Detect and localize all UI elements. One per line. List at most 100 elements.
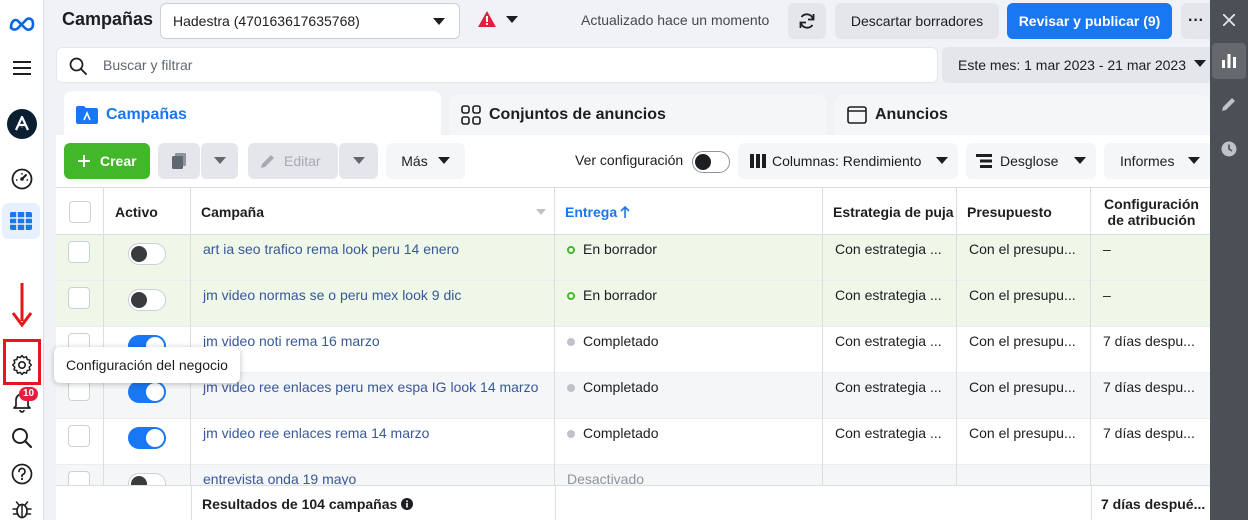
caret-down-icon bbox=[1074, 157, 1086, 164]
left-rail: 10 bbox=[0, 0, 44, 520]
row-checkbox[interactable] bbox=[68, 241, 90, 263]
close-icon[interactable] bbox=[1210, 2, 1248, 38]
pencil-icon[interactable] bbox=[1210, 86, 1248, 122]
warning-caret-icon[interactable] bbox=[506, 16, 518, 24]
col-bid-strategy[interactable]: Estrategia de puja bbox=[823, 188, 957, 235]
reports-button[interactable]: Informes bbox=[1104, 143, 1210, 179]
chart-icon[interactable] bbox=[1212, 43, 1246, 79]
search-icon bbox=[69, 57, 87, 75]
more-button[interactable]: Más bbox=[386, 143, 465, 179]
caret-down-icon bbox=[936, 157, 948, 164]
col-delivery-label: Entrega bbox=[565, 203, 618, 220]
view-config-toggle[interactable] bbox=[692, 151, 730, 173]
budget bbox=[957, 465, 1091, 485]
campaign-name[interactable]: jm video ree enlaces peru mex espa IG lo… bbox=[191, 373, 555, 419]
campaigns-table-icon[interactable] bbox=[2, 203, 40, 239]
active-toggle[interactable] bbox=[128, 289, 166, 311]
col-campaign-label: Campaña bbox=[201, 203, 265, 220]
active-toggle[interactable] bbox=[128, 381, 166, 403]
table-footer: Resultados de 104 campañas 7 días despué… bbox=[56, 485, 1210, 520]
row-select-cell bbox=[56, 419, 104, 465]
edit-dropdown[interactable] bbox=[338, 143, 378, 179]
bid-strategy: Con estrategia ... bbox=[823, 281, 957, 327]
col-active[interactable]: Activo bbox=[104, 188, 191, 235]
pencil-icon bbox=[261, 155, 274, 168]
active-toggle[interactable] bbox=[128, 243, 166, 265]
review-publish-button[interactable]: Revisar y publicar (9) bbox=[1007, 3, 1172, 39]
campaigns-panel: Crear Editar Más Ver configuración Colum… bbox=[56, 135, 1210, 520]
active-toggle[interactable] bbox=[128, 427, 166, 449]
refresh-button[interactable] bbox=[788, 3, 826, 39]
date-range-picker[interactable]: Este mes: 1 mar 2023 - 21 mar 2023 bbox=[942, 47, 1210, 83]
account-selector[interactable]: Hadestra (470163617635768) bbox=[160, 3, 460, 39]
row-checkbox[interactable] bbox=[68, 471, 90, 485]
delivery-status: Completado bbox=[555, 373, 823, 419]
tab-ad-sets[interactable]: Conjuntos de anuncios bbox=[449, 95, 827, 135]
more-label: Más bbox=[401, 153, 428, 169]
status-dot-icon bbox=[567, 246, 575, 254]
attribution bbox=[1091, 465, 1210, 485]
delivery-status-text: Completado bbox=[583, 379, 659, 395]
meta-logo-icon[interactable] bbox=[0, 6, 44, 42]
delivery-status: Desactivado bbox=[555, 465, 823, 485]
row-checkbox[interactable] bbox=[68, 425, 90, 447]
table-row[interactable]: art ia seo trafico rema look peru 14 ene… bbox=[56, 235, 1210, 281]
reports-label: Informes bbox=[1120, 153, 1175, 169]
gear-icon[interactable] bbox=[0, 347, 44, 383]
clock-icon[interactable] bbox=[1210, 131, 1248, 167]
discard-drafts-button[interactable]: Descartar borradores bbox=[835, 3, 999, 39]
col-budget[interactable]: Presupuesto bbox=[957, 188, 1091, 235]
gauge-icon[interactable] bbox=[0, 161, 44, 197]
table-row[interactable]: entrevista onda 19 mayo Desactivado bbox=[56, 465, 1210, 485]
refresh-icon bbox=[799, 13, 815, 29]
results-summary: Resultados de 104 campañas bbox=[202, 496, 414, 512]
campaign-name[interactable]: jm video ree enlaces rema 14 marzo bbox=[191, 419, 555, 465]
delivery-status-text: Completado bbox=[583, 425, 659, 441]
menu-icon[interactable] bbox=[0, 50, 44, 86]
row-select-cell bbox=[56, 235, 104, 281]
table-row[interactable]: jm video ree enlaces rema 14 marzo Comple… bbox=[56, 419, 1210, 465]
search-input[interactable]: Buscar y filtrar bbox=[56, 47, 938, 83]
attribution: – bbox=[1103, 241, 1111, 257]
tab-campaigns[interactable]: Campañas bbox=[64, 91, 441, 139]
columns-button[interactable]: Columnas: Rendimiento bbox=[738, 143, 958, 179]
more-options-button[interactable]: ··· bbox=[1181, 3, 1211, 39]
info-icon[interactable] bbox=[401, 498, 414, 510]
search-icon[interactable] bbox=[0, 420, 44, 456]
delivery-status: En borrador bbox=[555, 281, 823, 327]
attribution: – bbox=[1103, 287, 1111, 303]
warning-icon[interactable] bbox=[478, 11, 496, 27]
row-active-cell bbox=[104, 281, 191, 327]
help-icon[interactable] bbox=[0, 456, 44, 492]
tab-campaigns-label: Campañas bbox=[106, 106, 187, 123]
table-row[interactable]: jm video normas se o peru mex look 9 dic… bbox=[56, 281, 1210, 327]
caret-down-icon bbox=[433, 18, 445, 25]
campaign-name[interactable]: entrevista onda 19 mayo bbox=[191, 465, 555, 485]
columns-icon bbox=[750, 154, 766, 168]
tab-ads[interactable]: Anuncios bbox=[835, 95, 1210, 135]
account-avatar[interactable] bbox=[0, 106, 44, 142]
col-attribution[interactable]: Configuración de atribución bbox=[1091, 188, 1210, 235]
campaign-name[interactable]: art ia seo trafico rema look peru 14 ene… bbox=[191, 235, 555, 281]
select-all-checkbox[interactable] bbox=[68, 200, 91, 223]
col-delivery[interactable]: Entrega bbox=[555, 188, 823, 235]
duplicate-dropdown[interactable] bbox=[200, 143, 238, 179]
edit-button[interactable]: Editar bbox=[248, 143, 338, 179]
attribution: 7 días despu... bbox=[1103, 379, 1195, 395]
status-dot-icon bbox=[567, 430, 575, 438]
duplicate-button[interactable] bbox=[158, 143, 200, 179]
col-campaign[interactable]: Campaña bbox=[191, 188, 555, 235]
bug-icon[interactable] bbox=[0, 491, 44, 520]
budget: Con el presupu... bbox=[957, 235, 1091, 281]
breakdown-button[interactable]: Desglose bbox=[966, 143, 1096, 179]
plus-icon bbox=[78, 155, 90, 167]
create-button[interactable]: Crear bbox=[64, 143, 150, 179]
active-toggle[interactable] bbox=[128, 473, 166, 485]
delivery-status: Completado bbox=[555, 327, 823, 373]
row-checkbox[interactable] bbox=[68, 287, 90, 309]
campaign-name[interactable]: jm video normas se o peru mex look 9 dic bbox=[191, 281, 555, 327]
delivery-status-text: Completado bbox=[583, 333, 659, 349]
campaign-name[interactable]: jm video noti rema 16 marzo bbox=[191, 327, 555, 373]
tab-ads-label: Anuncios bbox=[875, 106, 948, 123]
sort-caret-icon bbox=[536, 209, 546, 215]
